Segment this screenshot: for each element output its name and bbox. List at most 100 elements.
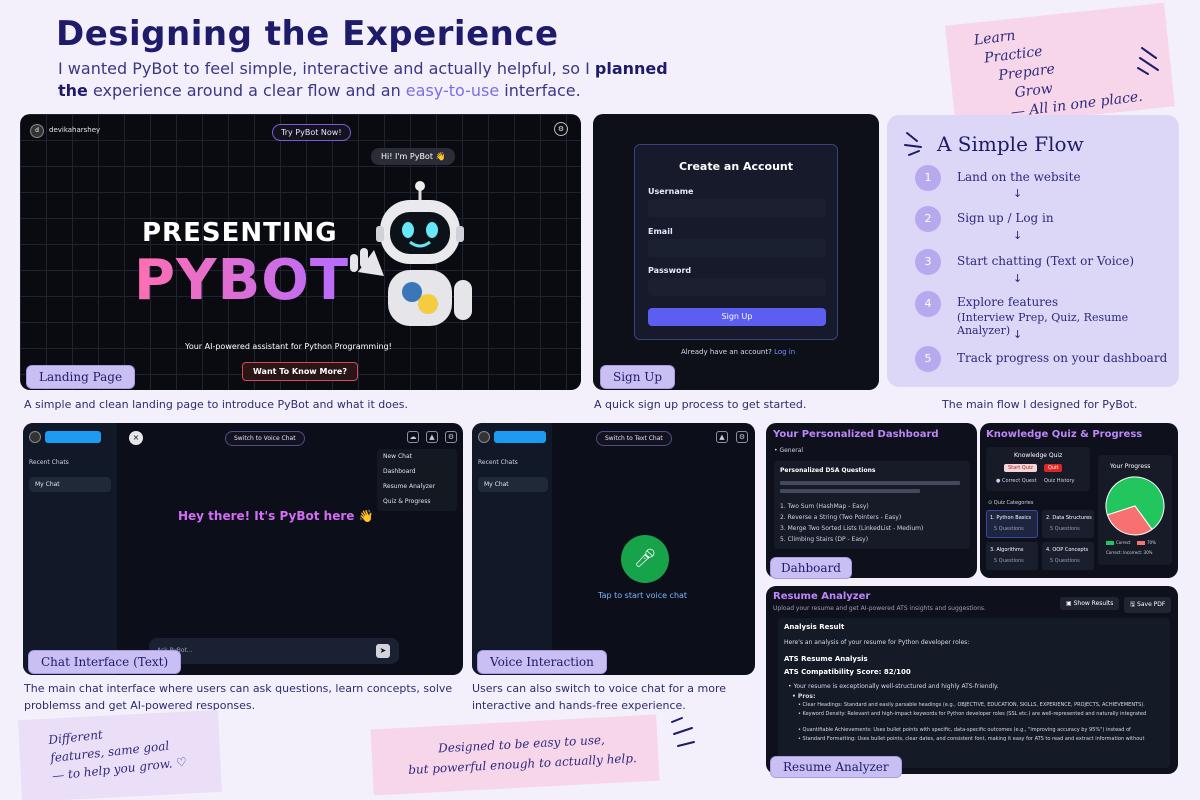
switch-voice-button[interactable]: Switch to Voice Chat bbox=[225, 431, 305, 446]
general-tag: • General bbox=[774, 447, 804, 454]
progress-title: Your Progress bbox=[1110, 463, 1151, 470]
switch-text-button[interactable]: Switch to Text Chat bbox=[596, 431, 672, 446]
signup-button[interactable]: Sign Up bbox=[648, 308, 826, 326]
username: devikaharshey bbox=[49, 126, 101, 134]
menu-item-new-chat[interactable]: New Chat bbox=[377, 449, 457, 464]
step-number: 1 bbox=[915, 165, 941, 191]
signup-caption: A quick sign up process to get started. bbox=[594, 398, 807, 411]
step-text: Track progress on your dashboard bbox=[957, 351, 1168, 365]
step-text: Sign up / Log in bbox=[957, 211, 1054, 225]
close-icon[interactable]: × bbox=[129, 431, 143, 445]
pro-item: • Standard Formatting: Uses bullet point… bbox=[798, 736, 1145, 742]
password-field[interactable] bbox=[648, 278, 826, 296]
email-field[interactable] bbox=[648, 239, 826, 257]
category-count: 5 Questions bbox=[1050, 558, 1080, 564]
accent-lines-icon bbox=[904, 132, 922, 156]
step-subtext: (Interview Prep, Quiz, Resume Analyzer) bbox=[957, 311, 1129, 337]
flow-arrow: ↓ bbox=[1013, 187, 1023, 200]
flow-card: A Simple Flow 1 Land on the website ↓ 2 … bbox=[887, 115, 1179, 387]
menu-item-dashboard[interactable]: Dashboard bbox=[377, 464, 457, 479]
settings-icon[interactable]: ⚙ bbox=[736, 431, 748, 443]
quiz-panel: Knowledge Quiz & Progress Knowledge Quiz… bbox=[980, 423, 1178, 578]
pros-label: • Pros: bbox=[792, 693, 816, 700]
robot-mascot-icon bbox=[350, 181, 472, 326]
email-label: Email bbox=[648, 227, 673, 236]
chat-item[interactable]: My Chat bbox=[29, 477, 111, 492]
voice-caption: Users can also switch to voice chat for … bbox=[472, 682, 726, 712]
warning-icon[interactable]: ▲ bbox=[426, 431, 438, 443]
avatar[interactable]: d bbox=[30, 124, 44, 138]
quiz-title: Knowledge Quiz & Progress bbox=[986, 429, 1143, 440]
chat-item[interactable]: My Chat bbox=[478, 477, 548, 492]
menu-item-resume[interactable]: Resume Analyzer bbox=[377, 479, 457, 494]
dsa-description-line bbox=[780, 489, 920, 493]
landing-panel: d devikaharshey Try PyBot Now! ⚙ Hi! I'm… bbox=[20, 114, 581, 390]
dashboard-badge: Dahboard bbox=[770, 557, 852, 579]
dsa-item[interactable]: 3. Merge Two Sorted Lists (LinkedList - … bbox=[780, 525, 923, 532]
quit-button[interactable]: Quit bbox=[1044, 464, 1063, 472]
warning-icon[interactable]: ▲ bbox=[716, 431, 728, 443]
start-quiz-button[interactable]: Start Quiz bbox=[1004, 464, 1037, 472]
dashboard-title: Your Personalized Dashboard bbox=[773, 429, 939, 440]
avatar[interactable] bbox=[478, 431, 490, 443]
settings-icon[interactable]: ⚙ bbox=[445, 431, 457, 443]
step-number: 2 bbox=[915, 206, 941, 232]
know-more-button[interactable]: Want To Know More? bbox=[242, 362, 358, 381]
legend-swatch bbox=[1137, 541, 1145, 545]
legend-swatch bbox=[1106, 541, 1114, 545]
have-account-text: Already have an account? Log in bbox=[681, 348, 796, 356]
microphone-icon[interactable]: 🎤︎ bbox=[621, 535, 669, 583]
username-redacted bbox=[494, 431, 546, 443]
progress-summary: Correct: Incorrect: 30% bbox=[1106, 550, 1153, 555]
step-text: Explore features bbox=[957, 295, 1059, 309]
quiz-history-tab[interactable]: Quiz History bbox=[1044, 478, 1075, 484]
page-subtitle: I wanted PyBot to feel simple, interacti… bbox=[58, 59, 668, 100]
try-pybot-button[interactable]: Try PyBot Now! bbox=[272, 124, 351, 141]
resume-badge: Resume Analyzer bbox=[770, 756, 902, 778]
dsa-description-line bbox=[780, 481, 960, 485]
login-link[interactable]: Log in bbox=[774, 348, 795, 356]
tap-voice-text: Tap to start voice chat bbox=[598, 591, 688, 600]
show-results-button[interactable]: ▣ Show Results bbox=[1060, 597, 1120, 610]
landing-tagline: Your AI-powered assistant for Python Pro… bbox=[185, 342, 392, 351]
save-pdf-button[interactable]: 🖫 Save PDF bbox=[1124, 597, 1172, 613]
resume-title: Resume Analyzer bbox=[773, 591, 871, 602]
cloud-icon[interactable]: ☁ bbox=[407, 431, 419, 443]
flow-caption: The main flow I designed for PyBot. bbox=[942, 398, 1138, 411]
category-name: 3. Algorithms bbox=[990, 547, 1024, 553]
dsa-item[interactable]: 2. Reverse a String (Two Pointers - Easy… bbox=[780, 514, 901, 521]
chat-caption: The main chat interface where users can … bbox=[24, 682, 453, 712]
flow-arrow: ↓ bbox=[1013, 272, 1023, 285]
signup-panel: Create an Account Username Email Passwor… bbox=[593, 114, 879, 390]
recent-chats-label: Recent Chats bbox=[29, 459, 69, 466]
category-count: 5 Questions bbox=[1050, 526, 1080, 532]
step-text: Land on the website bbox=[957, 170, 1081, 184]
avatar[interactable] bbox=[29, 431, 41, 443]
step-text: Start chatting (Text or Voice) bbox=[957, 254, 1135, 268]
voice-panel: Recent Chats My Chat Switch to Text Chat… bbox=[472, 423, 755, 675]
chat-panel: Recent Chats My Chat × Switch to Voice C… bbox=[23, 423, 463, 675]
dsa-title: Personalized DSA Questions bbox=[780, 467, 876, 474]
resume-subtitle: Upload your resume and get AI-powered AT… bbox=[773, 605, 986, 612]
ats-score: ATS Compatibility Score: 82/100 bbox=[784, 668, 911, 676]
chat-welcome: Hey there! It's PyBot here 👋 bbox=[178, 509, 374, 523]
signup-badge: Sign Up bbox=[600, 365, 676, 389]
dsa-item[interactable]: 5. Climbing Stairs (DP - Easy) bbox=[780, 536, 868, 543]
flow-arrow: ↓ bbox=[1013, 328, 1023, 341]
flow-title: A Simple Flow bbox=[937, 132, 1084, 156]
step-number: 5 bbox=[915, 346, 941, 372]
dsa-item[interactable]: 1. Two Sum (HashMap - Easy) bbox=[780, 503, 869, 510]
username-redacted bbox=[45, 431, 101, 443]
category-name: 2. Data Structures bbox=[1046, 515, 1092, 521]
analysis-intro: Here's an analysis of your resume for Py… bbox=[784, 639, 970, 646]
knowledge-quiz-label: Knowledge Quiz bbox=[1014, 452, 1063, 459]
voice-badge: Voice Interaction bbox=[477, 650, 607, 674]
dashboard-panel: Your Personalized Dashboard • General Pe… bbox=[766, 423, 977, 578]
username-field[interactable] bbox=[648, 199, 826, 217]
username-label: Username bbox=[648, 187, 694, 196]
settings-icon[interactable]: ⚙ bbox=[554, 122, 568, 136]
menu-item-quiz[interactable]: Quiz & Progress bbox=[377, 494, 457, 509]
correct-quest-tab[interactable]: ● Correct Quest bbox=[996, 478, 1037, 484]
send-icon[interactable]: ➤ bbox=[376, 644, 390, 658]
pro-item: • Keyword Density: Relevant and high-imp… bbox=[798, 711, 1147, 717]
